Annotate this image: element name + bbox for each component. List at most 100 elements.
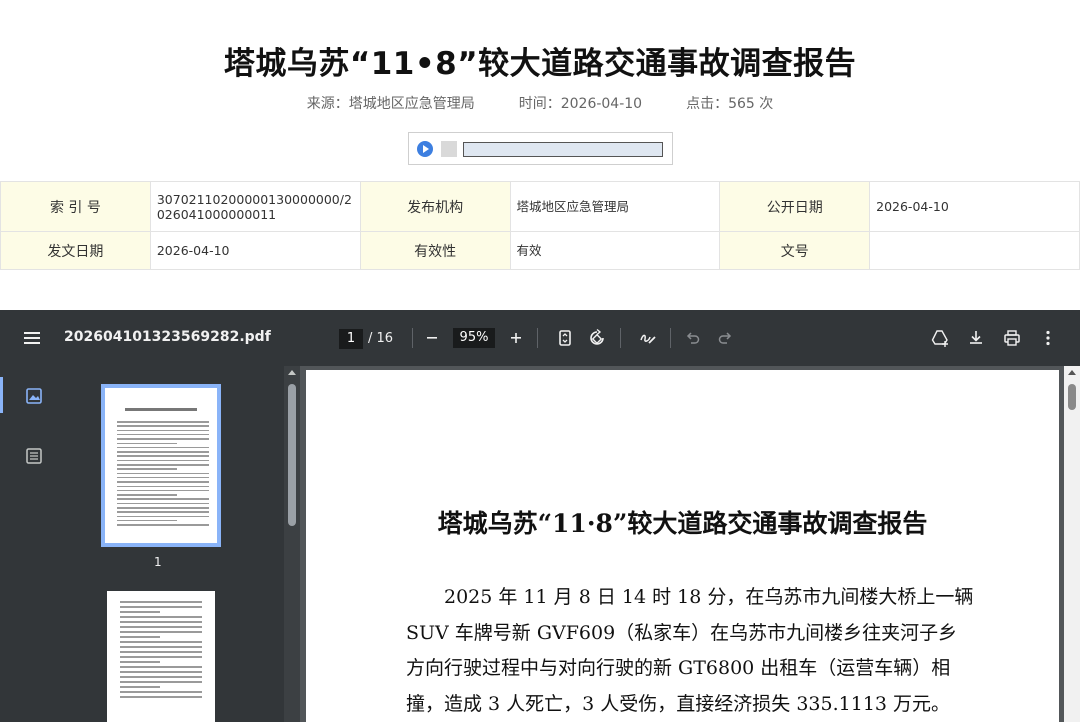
thumbnail-text-line bbox=[117, 429, 209, 432]
pdf-toolbar: 202604101323569282.pdf 1 / 16 95% bbox=[0, 310, 1080, 366]
pdf-viewer: 202604101323569282.pdf 1 / 16 95% 1 塔城乌苏… bbox=[0, 310, 1080, 722]
thumbnail-text-line bbox=[117, 511, 209, 513]
stop-icon[interactable] bbox=[441, 141, 457, 157]
article-time: 时间：2026-04-10 bbox=[518, 96, 643, 112]
open-date-label: 公开日期 bbox=[719, 181, 871, 232]
thumbnail-text-line bbox=[120, 646, 202, 648]
document-scrollbar[interactable] bbox=[1064, 366, 1080, 722]
download-icon[interactable] bbox=[966, 328, 986, 348]
document-title: 塔城乌苏“11·8”较大道路交通事故调查报告 bbox=[437, 509, 928, 538]
thumbnail-text-line bbox=[117, 476, 209, 479]
index-value-text: 30702110200000130000000/2026041000000011 bbox=[156, 191, 352, 222]
annotate-icon[interactable] bbox=[638, 328, 658, 348]
toolbar-divider bbox=[670, 328, 671, 348]
thumbnail-text-line bbox=[120, 641, 202, 643]
thumbnails-icon[interactable] bbox=[25, 387, 43, 405]
page-number-input[interactable]: 1 bbox=[339, 329, 363, 349]
pdf-filename: 202604101323569282.pdf bbox=[64, 329, 271, 345]
document-body: 2025 年 11 月 8 日 14 时 18 分，在乌苏市九间楼大桥上一辆 S… bbox=[406, 580, 974, 722]
thumbnail-text-line bbox=[120, 681, 202, 683]
pdf-page: 塔城乌苏“11·8”较大道路交通事故调查报告 2025 年 11 月 8 日 1… bbox=[306, 370, 1059, 722]
thumbnail-text-line bbox=[117, 485, 209, 487]
thumbnail-text-line bbox=[117, 524, 209, 526]
viewer-sidebar bbox=[0, 366, 68, 722]
thumbnail-text-line bbox=[117, 472, 209, 475]
thumbnail-pane: 1 bbox=[68, 366, 284, 722]
thumbnail-text-line bbox=[117, 433, 209, 436]
thumbnail-text-line bbox=[120, 651, 202, 653]
thumbnail-text-line bbox=[120, 656, 202, 658]
thumbnail-text-line bbox=[120, 616, 202, 618]
scrollbar-thumb[interactable] bbox=[1068, 384, 1076, 410]
publisher-value: 塔城地区应急管理局 bbox=[509, 181, 721, 232]
thumbnail-text-line bbox=[117, 468, 177, 470]
audio-progress-bar[interactable] bbox=[463, 142, 663, 157]
scroll-up-arrow[interactable] bbox=[288, 370, 296, 375]
undo-icon[interactable] bbox=[683, 328, 703, 348]
drive-icon[interactable] bbox=[930, 328, 950, 348]
thumbnail-text-line bbox=[117, 451, 209, 453]
open-date-value: 2026-04-10 bbox=[869, 181, 1080, 232]
print-icon[interactable] bbox=[1002, 328, 1022, 348]
toolbar-divider bbox=[620, 328, 621, 348]
info-row: 发文日期 2026-04-10 有效性 有效 文号 bbox=[0, 231, 1080, 270]
rotate-icon[interactable] bbox=[587, 328, 607, 348]
toolbar-divider bbox=[412, 328, 413, 348]
thumbnail-text-line bbox=[117, 455, 209, 457]
thumbnail-scrollbar[interactable] bbox=[284, 366, 300, 722]
article-meta: 来源：塔城地区应急管理局 时间：2026-04-10 点击：565 次 bbox=[0, 93, 1080, 113]
document-line: SUV 车牌号新 GVF609（私家车）在乌苏市九间楼乡往夹河子乡 bbox=[406, 621, 958, 644]
document-line: 2025 年 11 月 8 日 14 时 18 分，在乌苏市九间楼大桥上一辆 bbox=[406, 586, 974, 608]
page-thumbnail[interactable] bbox=[107, 591, 215, 722]
thumbnail-text-line bbox=[117, 425, 209, 427]
thumbnail-text-line bbox=[117, 494, 177, 496]
thumbnail-text-line bbox=[120, 676, 202, 678]
thumbnail-text-line bbox=[120, 661, 160, 663]
thumbnail-text-line bbox=[120, 621, 202, 623]
menu-icon[interactable] bbox=[24, 332, 40, 344]
thumbnail-text-line bbox=[117, 442, 177, 444]
thumbnail-text-line bbox=[117, 446, 209, 449]
zoom-input[interactable]: 95% bbox=[453, 328, 495, 348]
issue-date-label: 发文日期 bbox=[0, 231, 151, 270]
thumbnail-page-number: 1 bbox=[154, 555, 162, 569]
index-value: 30702110200000130000000/2026041000000011 bbox=[149, 181, 361, 232]
article-clicks: 点击：565 次 bbox=[686, 96, 774, 112]
redo-icon[interactable] bbox=[715, 328, 735, 348]
page-total: / 16 bbox=[368, 331, 394, 346]
info-row: 索 引 号 30702110200000130000000/2026041000… bbox=[0, 181, 1080, 232]
thumbnail-text-line bbox=[120, 671, 202, 673]
thumbnail-text-line bbox=[120, 686, 160, 688]
thumbnail-text-line bbox=[117, 507, 209, 509]
thumbnail-text-line bbox=[120, 601, 202, 603]
scrollbar-thumb[interactable] bbox=[288, 384, 296, 526]
fit-page-icon[interactable] bbox=[555, 328, 575, 348]
thumbnail-text-line bbox=[120, 606, 202, 608]
scroll-up-arrow[interactable] bbox=[1068, 370, 1076, 375]
thumbnail-text-line bbox=[117, 498, 209, 500]
thumbnail-text-line bbox=[120, 636, 160, 638]
document-line: 撞，造成 3 人死亡，3 人受伤，直接经济损失 335.1113 万元。 bbox=[406, 692, 951, 715]
thumbnail-text-line bbox=[117, 421, 209, 423]
play-icon[interactable] bbox=[417, 141, 433, 157]
thumbnail-text-line bbox=[117, 481, 209, 483]
page-thumbnail[interactable] bbox=[101, 384, 221, 547]
zoom-out-icon[interactable] bbox=[422, 328, 442, 348]
document-line: 方向行驶过程中与对向行驶的新 GT6800 出租车（运营车辆）相 bbox=[406, 657, 951, 679]
thumbnail-text-line bbox=[117, 489, 209, 492]
thumbnail-text-line bbox=[117, 519, 177, 522]
thumbnail-text-line bbox=[117, 438, 209, 440]
thumbnail-text-line bbox=[120, 691, 202, 693]
outline-icon[interactable] bbox=[25, 447, 43, 465]
validity-label: 有效性 bbox=[359, 231, 511, 270]
active-indicator bbox=[0, 377, 3, 413]
doc-number-value bbox=[869, 231, 1080, 270]
zoom-in-icon[interactable] bbox=[506, 328, 526, 348]
article-source: 来源：塔城地区应急管理局 bbox=[306, 96, 475, 112]
issue-date-value: 2026-04-10 bbox=[149, 231, 361, 270]
thumbnail-text-line bbox=[120, 666, 202, 668]
toolbar-divider bbox=[537, 328, 538, 348]
more-icon[interactable] bbox=[1038, 328, 1058, 348]
thumbnail-text-line bbox=[117, 464, 209, 466]
thumbnail-text-line bbox=[125, 408, 197, 411]
